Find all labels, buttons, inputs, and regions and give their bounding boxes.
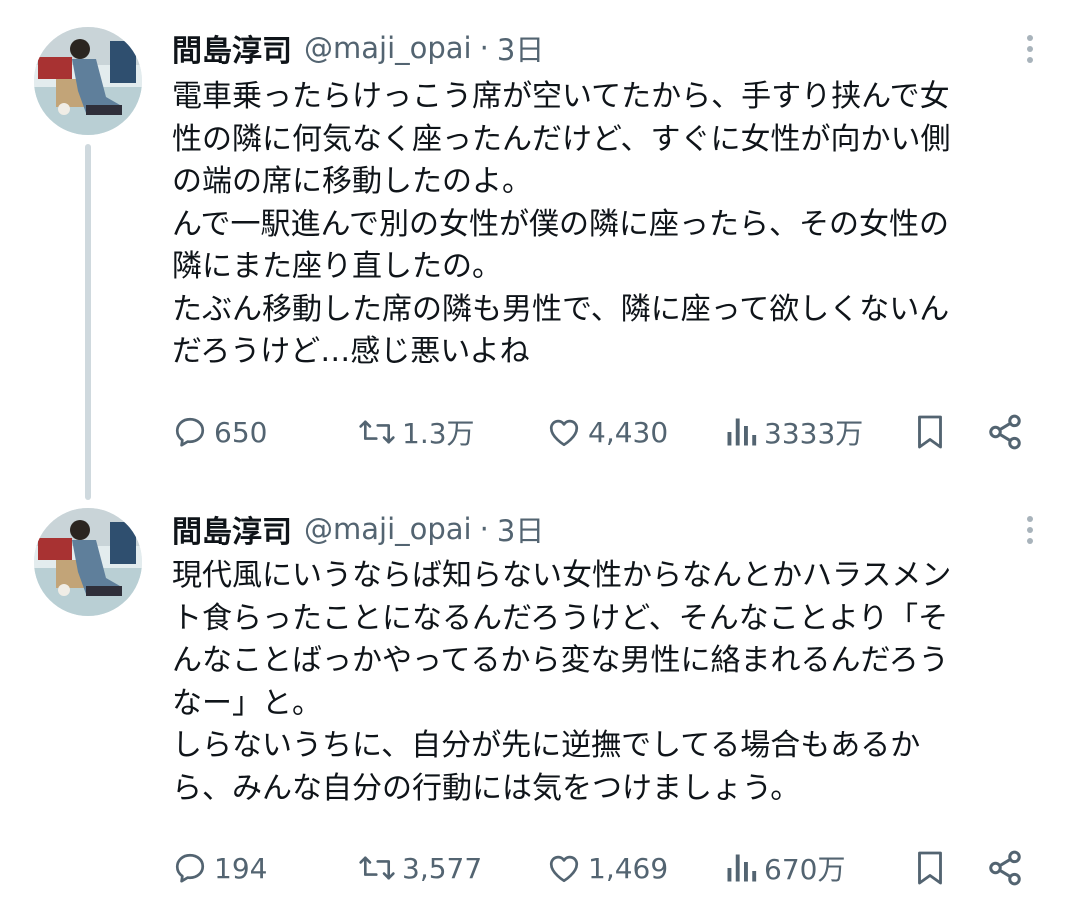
tweet-text-line: ト食らったことになるんだろうけど、そんなことより「そ	[172, 600, 949, 636]
like-count: 1,469	[588, 851, 669, 885]
author-display-name[interactable]: 間島淳司	[172, 26, 292, 70]
bookmark-icon	[918, 851, 942, 885]
tweet-action-bar: 650 1.3万 4,430 3333万	[172, 407, 1032, 457]
more-options-icon[interactable]	[1020, 27, 1040, 71]
views-count: 670万	[764, 853, 846, 886]
share-button[interactable]	[986, 843, 1024, 893]
avatar[interactable]	[34, 508, 142, 616]
tweet-text-line: 性の隣に何気なく座ったんだけど、すぐに女性が向かい側	[172, 121, 951, 157]
bookmark-icon	[918, 415, 942, 449]
tweet-text-line: だろうけど…感じ悪いよね	[172, 334, 530, 369]
tweet-text-line: たぶん移動した席の隣も男性で、隣に座って欲しくないん	[172, 291, 950, 327]
reply-icon	[175, 417, 205, 447]
bookmark-button[interactable]	[912, 843, 948, 893]
tweet-text: 現代風にいうならば知らない女性からなんとかハラスメン ト食らったことになるんだろ…	[172, 555, 1052, 810]
like-button[interactable]: 4,430	[546, 407, 668, 457]
tweet-text-line: んで一駅進んで別の女性が僕の隣に座ったら、その女性の	[172, 206, 949, 242]
author-handle[interactable]: @maji_opai	[304, 512, 472, 546]
tweet-header: 間島淳司 @maji_opai · 3日	[172, 507, 544, 551]
tweet-text-line: なー」と。	[172, 685, 322, 721]
tweet-text-line: 隣にまた座り直したの。	[172, 249, 502, 284]
views-chart-icon	[727, 854, 757, 882]
thread-connector-line	[85, 144, 91, 500]
tweet-text-line: の端の席に移動したのよ。	[172, 164, 532, 199]
more-options-icon[interactable]	[1020, 508, 1040, 552]
retweet-count: 3,577	[402, 851, 483, 885]
tweet-action-bar: 194 3,577 1,469 670万	[172, 843, 1032, 893]
views-button[interactable]: 3333万	[724, 407, 863, 457]
retweet-icon	[359, 856, 395, 880]
reply-button[interactable]: 650	[172, 407, 267, 457]
tweet-text-line: 電車乗ったらけっこう席が空いてたから、手すり挟んで女	[172, 79, 950, 114]
retweet-count: 1.3万	[402, 417, 475, 450]
retweet-button[interactable]: 3,577	[358, 843, 482, 893]
views-button[interactable]: 670万	[724, 843, 845, 893]
header-separator: ·	[479, 31, 489, 65]
retweet-icon	[359, 420, 395, 444]
like-button[interactable]: 1,469	[546, 843, 668, 893]
author-handle[interactable]: @maji_opai	[304, 31, 472, 65]
tweet-timestamp[interactable]: 3日	[497, 508, 544, 550]
share-icon	[989, 850, 1021, 886]
tweet-text-line: 現代風にいうならば知らない女性からなんとかハラスメン	[172, 558, 952, 593]
share-icon	[989, 414, 1021, 450]
share-button[interactable]	[986, 407, 1024, 457]
tweet-header: 間島淳司 @maji_opai · 3日	[172, 26, 544, 70]
like-count: 4,430	[588, 415, 669, 449]
heart-icon	[549, 419, 579, 447]
tweet-text-line: んなことばっかやってるから変な男性に絡まれるんだろう	[172, 643, 949, 678]
views-count: 3333万	[764, 417, 864, 450]
views-chart-icon	[727, 418, 757, 446]
header-separator: ·	[479, 512, 489, 546]
bookmark-button[interactable]	[912, 407, 948, 457]
reply-button[interactable]: 194	[172, 843, 267, 893]
reply-count: 650	[214, 415, 268, 449]
tweet-text-line: ら、みんな自分の行動には気をつけましょう。	[172, 770, 801, 806]
author-display-name[interactable]: 間島淳司	[172, 507, 292, 551]
avatar-photo-icon	[34, 508, 142, 616]
tweet-timestamp[interactable]: 3日	[497, 27, 544, 69]
retweet-button[interactable]: 1.3万	[358, 407, 475, 457]
heart-icon	[549, 855, 579, 883]
avatar[interactable]	[34, 27, 142, 135]
reply-icon	[175, 853, 205, 883]
avatar-photo-icon	[34, 27, 142, 135]
tweet-text-line: しらないうちに、自分が先に逆撫でしてる場合もあるか	[172, 728, 921, 763]
tweet[interactable]: 間島淳司 @maji_opai · 3日 現代風にいうならば知らない女性からなん…	[0, 490, 1080, 915]
reply-count: 194	[214, 851, 268, 885]
tweet[interactable]: 間島淳司 @maji_opai · 3日 電車乗ったらけっこう席が空いてたから、…	[0, 0, 1080, 500]
tweet-text: 電車乗ったらけっこう席が空いてたから、手すり挟んで女 性の隣に何気なく座ったんだ…	[172, 76, 1052, 374]
